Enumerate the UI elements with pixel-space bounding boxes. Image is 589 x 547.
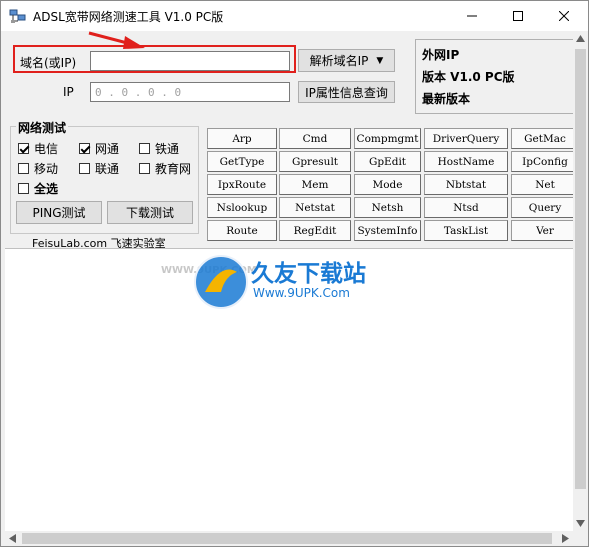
checkbox-select-all[interactable]: 全选	[18, 180, 58, 197]
cmd-button-ntsd[interactable]: Ntsd	[424, 197, 508, 218]
watermark: WWW.9UPK.COM 久友下载站 Www.9UPK.Com	[161, 252, 421, 322]
cmd-button-nbtstat[interactable]: Nbtstat	[424, 174, 508, 195]
scroll-up-arrow-icon[interactable]	[576, 35, 585, 42]
cmd-button-gpresult[interactable]: Gpresult	[279, 151, 351, 172]
checkbox-unicom-label: 联通	[95, 162, 120, 176]
ip-info-query-button[interactable]: IP属性信息查询	[298, 81, 395, 103]
ip-label: IP	[63, 85, 74, 99]
cmd-button-net[interactable]: Net	[511, 174, 579, 195]
maximize-icon	[513, 11, 523, 21]
checkbox-netcom-label: 网通	[95, 142, 120, 156]
watermark-brand: 久友下载站	[251, 261, 366, 287]
checkbox-edunet-box[interactable]	[139, 163, 150, 174]
cmd-button-systeminfo[interactable]: SystemInfo	[354, 220, 421, 241]
cmd-button-mem[interactable]: Mem	[279, 174, 351, 195]
checkbox-telecom-box[interactable]	[18, 143, 29, 154]
dropdown-arrow-icon: ▼	[376, 55, 384, 66]
minimize-button[interactable]	[449, 1, 495, 31]
cmd-button-hostname[interactable]: HostName	[424, 151, 508, 172]
cmd-button-netsh[interactable]: Netsh	[354, 197, 421, 218]
cmd-button-cmd[interactable]: Cmd	[279, 128, 351, 149]
checkbox-mobile-label: 移动	[34, 162, 59, 176]
vertical-scrollbar[interactable]	[573, 31, 588, 531]
resolve-domain-button[interactable]: 解析域名IP ▼	[298, 49, 395, 72]
scrollbar-corner	[573, 531, 588, 546]
ip-input[interactable]	[90, 82, 290, 102]
latest-version-link[interactable]: 最新版本	[422, 90, 470, 107]
checkbox-tietong-label: 铁通	[155, 142, 180, 156]
checkbox-select-all-label: 全选	[34, 182, 59, 196]
scroll-down-arrow-icon[interactable]	[576, 520, 585, 527]
annotation-highlight-box	[13, 45, 296, 73]
checkbox-mobile[interactable]: 移动	[18, 160, 58, 177]
scroll-left-arrow-icon[interactable]	[9, 534, 16, 543]
network-test-title: 网络测试	[16, 119, 69, 136]
cmd-button-ver[interactable]: Ver	[511, 220, 579, 241]
cmd-button-mode[interactable]: Mode	[354, 174, 421, 195]
cmd-button-arp[interactable]: Arp	[207, 128, 277, 149]
horizontal-scrollbar[interactable]	[5, 531, 573, 546]
cmd-button-regedit[interactable]: RegEdit	[279, 220, 351, 241]
resolve-domain-label: 解析域名IP	[309, 54, 369, 68]
cmd-button-query[interactable]: Query	[511, 197, 579, 218]
annotation-arrow-icon	[88, 31, 145, 49]
vertical-scrollbar-thumb[interactable]	[575, 49, 586, 489]
checkbox-telecom[interactable]: 电信	[18, 140, 58, 157]
ping-test-button[interactable]: PING测试	[16, 201, 102, 224]
horizontal-scrollbar-thumb[interactable]	[22, 533, 552, 544]
checkbox-edunet-label: 教育网	[155, 162, 192, 176]
cmd-button-nslookup[interactable]: Nslookup	[207, 197, 277, 218]
close-button[interactable]	[541, 1, 587, 31]
checkbox-tietong[interactable]: 铁通	[139, 140, 179, 157]
window-title: ADSL宽带网络测速工具 V1.0 PC版	[33, 10, 224, 24]
cmd-button-ipconfig[interactable]: IpConfig	[511, 151, 579, 172]
network-app-icon	[9, 8, 26, 24]
scroll-right-arrow-icon[interactable]	[562, 534, 569, 543]
title-bar[interactable]: ADSL宽带网络测速工具 V1.0 PC版	[1, 1, 588, 31]
checkbox-telecom-label: 电信	[34, 142, 59, 156]
download-test-button[interactable]: 下载测试	[107, 201, 193, 224]
checkbox-mobile-box[interactable]	[18, 163, 29, 174]
cmd-button-netstat[interactable]: Netstat	[279, 197, 351, 218]
checkbox-netcom-box[interactable]	[79, 143, 90, 154]
checkbox-unicom-box[interactable]	[79, 163, 90, 174]
cmd-button-driverquery[interactable]: DriverQuery	[424, 128, 508, 149]
maximize-button[interactable]	[495, 1, 541, 31]
app-window: ADSL宽带网络测速工具 V1.0 PC版 域名(或IP) 解析域名IP ▼ I…	[0, 0, 589, 547]
cmd-button-gpedit[interactable]: GpEdit	[354, 151, 421, 172]
checkbox-select-all-box[interactable]	[18, 183, 29, 194]
checkbox-unicom[interactable]: 联通	[79, 160, 119, 177]
version-text: 版本 V1.0 PC版	[422, 70, 515, 84]
watermark-url: Www.9UPK.Com	[253, 286, 350, 300]
cmd-button-getmac[interactable]: GetMac	[511, 128, 579, 149]
cmd-button-tasklist[interactable]: TaskList	[424, 220, 508, 241]
info-panel: 外网IP 版本 V1.0 PC版 最新版本	[415, 39, 575, 114]
external-ip-text: 外网IP	[422, 48, 460, 62]
cmd-button-gettype[interactable]: GetType	[207, 151, 277, 172]
watermark-logo-icon	[194, 255, 248, 309]
minimize-icon	[467, 15, 477, 17]
checkbox-tietong-box[interactable]	[139, 143, 150, 154]
cmd-button-ipxroute[interactable]: IpxRoute	[207, 174, 277, 195]
close-icon	[559, 11, 569, 21]
checkbox-edunet[interactable]: 教育网	[139, 160, 191, 177]
checkbox-netcom[interactable]: 网通	[79, 140, 119, 157]
cmd-button-compmgmt[interactable]: Compmgmt	[354, 128, 421, 149]
cmd-button-route[interactable]: Route	[207, 220, 277, 241]
